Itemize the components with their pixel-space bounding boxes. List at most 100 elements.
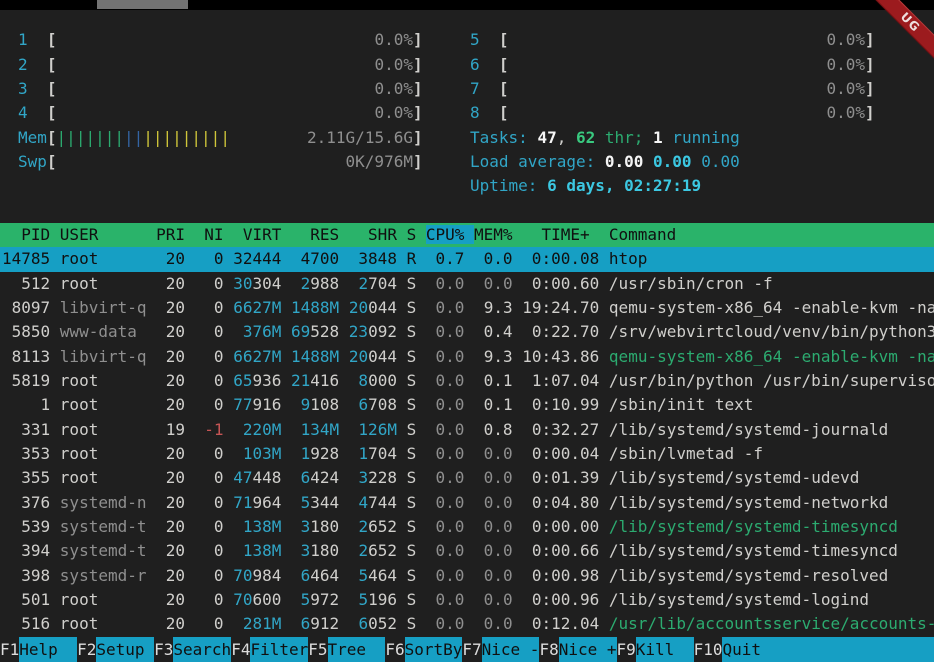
fkey-f5-tree[interactable]: F5Tree xyxy=(308,637,385,662)
text-run: 0.0% xyxy=(374,79,413,98)
text-run: 20 0 xyxy=(137,322,243,341)
text-run: 1 xyxy=(18,30,47,49)
text-run: [ xyxy=(499,30,509,49)
text-run: 0.0 0.0 xyxy=(426,468,522,487)
text-run: 0:00.04 /sbin/lvmetad -f xyxy=(522,444,763,463)
fkey-f8-nice-[interactable]: F8Nice + xyxy=(539,637,616,662)
swp-meter: Swp[ 0K/976M] xyxy=(18,150,423,174)
fkey-f6-sortby[interactable]: F6SortBy xyxy=(385,637,462,662)
fkey-f4-filter[interactable]: F4Filter xyxy=(231,637,308,662)
text-run: 0:12.04 xyxy=(522,614,609,633)
fkey-f7-nice-[interactable]: F7Nice - xyxy=(462,637,539,662)
text-run: 376 xyxy=(2,493,60,512)
text-run: 7 xyxy=(470,79,499,98)
text-run: 416 xyxy=(310,371,358,390)
cpu-meter-6: 6 [ 0.0%] xyxy=(470,53,875,77)
text-run: 30 xyxy=(233,274,252,293)
process-row-5819[interactable]: 5819 root 20 0 65936 21416 8000 S 0.0 0.… xyxy=(0,369,934,393)
text-run: ||||||| xyxy=(57,128,124,147)
process-table-header[interactable]: PID USER PRI NI VIRT RES SHR S CPU% MEM%… xyxy=(0,223,934,247)
text-run: 0:04.80 /lib/systemd/systemd-networkd xyxy=(522,493,888,512)
text-run: [ xyxy=(47,152,57,171)
text-run: 281M xyxy=(243,614,282,633)
process-row-5850[interactable]: 5850 www-data 20 0 376M 69528 23092 S 0.… xyxy=(0,320,934,344)
text-run: 398 xyxy=(2,566,60,585)
text-run xyxy=(57,30,375,49)
text-run: 044 S xyxy=(368,298,426,317)
text-run: 47 xyxy=(233,468,252,487)
uptime-line: Uptime: 6 days, 02:27:19 xyxy=(470,174,875,198)
text-run: 0.0 0.0 xyxy=(426,517,522,536)
text-run: 6627M xyxy=(233,347,281,366)
process-row-539[interactable]: 539 systemd-t 20 0 138M 3180 2652 S 0.0 … xyxy=(0,515,934,539)
process-row-353[interactable]: 353 root 20 0 103M 1928 1704 S 0.0 0.0 0… xyxy=(0,442,934,466)
text-run: 20 xyxy=(349,298,368,317)
text-run: [ xyxy=(47,79,57,98)
text-run xyxy=(281,420,300,439)
process-row-1[interactable]: 1 root 20 0 77916 9108 6708 S 0.0 0.1 0:… xyxy=(0,393,934,417)
process-row-8097[interactable]: 8097 libvirt-q 20 0 6627M 1488M 20044 S … xyxy=(0,296,934,320)
fkey-label: Help xyxy=(19,637,77,662)
text-run xyxy=(509,103,827,122)
text-run: 0.0 xyxy=(426,347,474,366)
fkey-f2-setup[interactable]: F2Setup xyxy=(77,637,154,662)
text-run: 180 xyxy=(310,541,358,560)
fkey-number: F8 xyxy=(539,637,558,662)
cpu-tasks-meters-right: 5 [ 0.0%]6 [ 0.0%]7 [ 0.0%]8 [ 0.0%]Task… xyxy=(470,4,875,199)
text-run: 6 xyxy=(301,468,311,487)
text-run: 1 xyxy=(358,444,368,463)
process-row-8113[interactable]: 8113 libvirt-q 20 0 6627M 1488M 20044 S … xyxy=(0,345,934,369)
text-run: 0.0% xyxy=(374,103,413,122)
process-row-512[interactable]: 512 root 20 0 30304 2988 2704 S 0.0 0.0 … xyxy=(0,272,934,296)
text-run: 5 xyxy=(301,493,311,512)
text-run: 9 xyxy=(301,395,311,414)
text-run: 512 root 20 0 xyxy=(2,274,233,293)
text-run: 964 xyxy=(252,493,300,512)
process-row-376[interactable]: 376 systemd-n 20 0 71964 5344 4744 S 0.0… xyxy=(0,491,934,515)
cpu-meter-4: 4 [ 0.0%] xyxy=(18,101,423,125)
text-run: systemd-r xyxy=(60,566,147,585)
text-run: 6 xyxy=(470,55,499,74)
text-run xyxy=(339,420,358,439)
text-run: Uptime: xyxy=(470,176,547,195)
text-run: 0.0 0.0 xyxy=(426,590,522,609)
process-row-516[interactable]: 516 root 20 0 281M 6912 6052 S 0.0 0.0 0… xyxy=(0,612,934,636)
text-run: 424 xyxy=(310,468,358,487)
text-run: 0.0% xyxy=(374,55,413,74)
text-run: 196 S xyxy=(368,590,426,609)
process-row-394[interactable]: 394 systemd-t 20 0 138M 3180 2652 S 0.0 … xyxy=(0,539,934,563)
process-row-355[interactable]: 355 root 20 0 47448 6424 3228 S 0.0 0.0 … xyxy=(0,466,934,490)
text-run: 1488M xyxy=(291,347,339,366)
fkey-f10-quit[interactable]: F10Quit xyxy=(694,637,934,662)
text-run: /usr/lib/accountsservice/accounts- xyxy=(609,614,934,633)
text-run: qemu-system-x86_64 -enable-kvm -na xyxy=(609,347,934,366)
text-run: [ xyxy=(499,55,509,74)
fkey-label: Filter xyxy=(250,637,308,662)
text-run: 0K/976M xyxy=(346,152,413,171)
text-run: 8113 xyxy=(2,347,60,366)
text-run: Load average: xyxy=(470,152,605,171)
text-run: 0:00.98 /lib/systemd/systemd-resolved xyxy=(522,566,888,585)
fkey-f1-help[interactable]: F1Help xyxy=(0,637,77,662)
process-row-398[interactable]: 398 systemd-r 20 0 70984 6464 5464 S 0.0… xyxy=(0,564,934,588)
text-run: 20 0 xyxy=(147,493,234,512)
text-run: 044 S xyxy=(368,347,426,366)
text-run: 972 xyxy=(310,590,358,609)
fkey-number: F3 xyxy=(154,637,173,662)
text-run: 3 xyxy=(301,541,311,560)
text-run: 0.0 xyxy=(426,322,474,341)
text-run: S xyxy=(397,420,426,439)
process-row-331[interactable]: 331 root 19 -1 220M 134M 126M S 0.0 0.8 … xyxy=(0,418,934,442)
process-row-501[interactable]: 501 root 20 0 70600 5972 5196 S 0.0 0.0 … xyxy=(0,588,934,612)
process-row-14785[interactable]: 14785 root 20 0 32444 4700 3848 R 0.7 0.… xyxy=(0,247,934,271)
text-run: 0.4 0:22.70 /srv/webvirtcloud/venv/bin/p… xyxy=(474,322,934,341)
text-run: 77 xyxy=(233,395,252,414)
text-run: 0.0 xyxy=(426,298,474,317)
text-run: 103M xyxy=(243,444,282,463)
text-run: 20 0 xyxy=(147,517,243,536)
text-run: 0.0% xyxy=(826,79,865,98)
fkey-f3-search[interactable]: F3Search xyxy=(154,637,231,662)
text-run: libvirt-q xyxy=(60,347,147,366)
fkey-f9-kill[interactable]: F9Kill xyxy=(617,637,694,662)
text-run: 138M xyxy=(243,517,282,536)
